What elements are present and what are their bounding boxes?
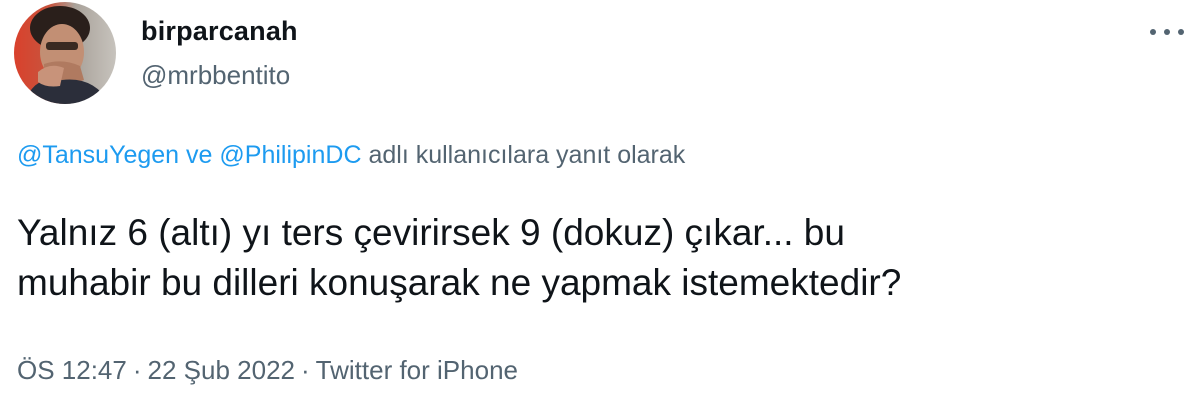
tweet-text-line: Yalnız 6 (altı) yı ters çevirirsek 9 (do… [17,212,845,253]
tweet-time[interactable]: ÖS 12:47 [17,355,127,385]
more-dot [1150,29,1156,35]
mention-link-philipindc[interactable]: @PhilipinDC [219,141,361,169]
tweet-source[interactable]: Twitter for iPhone [316,355,518,385]
more-dot [1178,29,1184,35]
tweet-card: birparcanah @mrbbentito @TansuYegen ve @… [0,0,1200,411]
tweet-metadata: ÖS 12:47 · 22 Şub 2022 · Twitter for iPhone [17,355,518,386]
avatar[interactable] [14,2,116,104]
tweet-date[interactable]: 22 Şub 2022 [148,355,295,385]
reply-context: @TansuYegen ve @PhilipinDC adlı kullanıc… [17,141,685,170]
more-dot [1164,29,1170,35]
meta-separator: · [301,355,310,385]
meta-separator: · [132,355,142,385]
tweet-text-line: muhabir bu dilleri konuşarak ne yapmak i… [17,262,902,303]
avatar-photo [14,2,116,104]
display-name[interactable]: birparcanah [141,16,298,47]
more-horizontal-icon[interactable] [1150,24,1184,40]
user-handle[interactable]: @mrbbentito [141,60,290,91]
mention-connector[interactable]: ve [186,141,212,169]
tweet-text: Yalnız 6 (altı) yı ters çevirirsek 9 (do… [17,208,1187,308]
reply-context-suffix: adlı kullanıcılara yanıt olarak [368,141,686,169]
mention-link-tansuyegen[interactable]: @TansuYegen [17,141,179,169]
